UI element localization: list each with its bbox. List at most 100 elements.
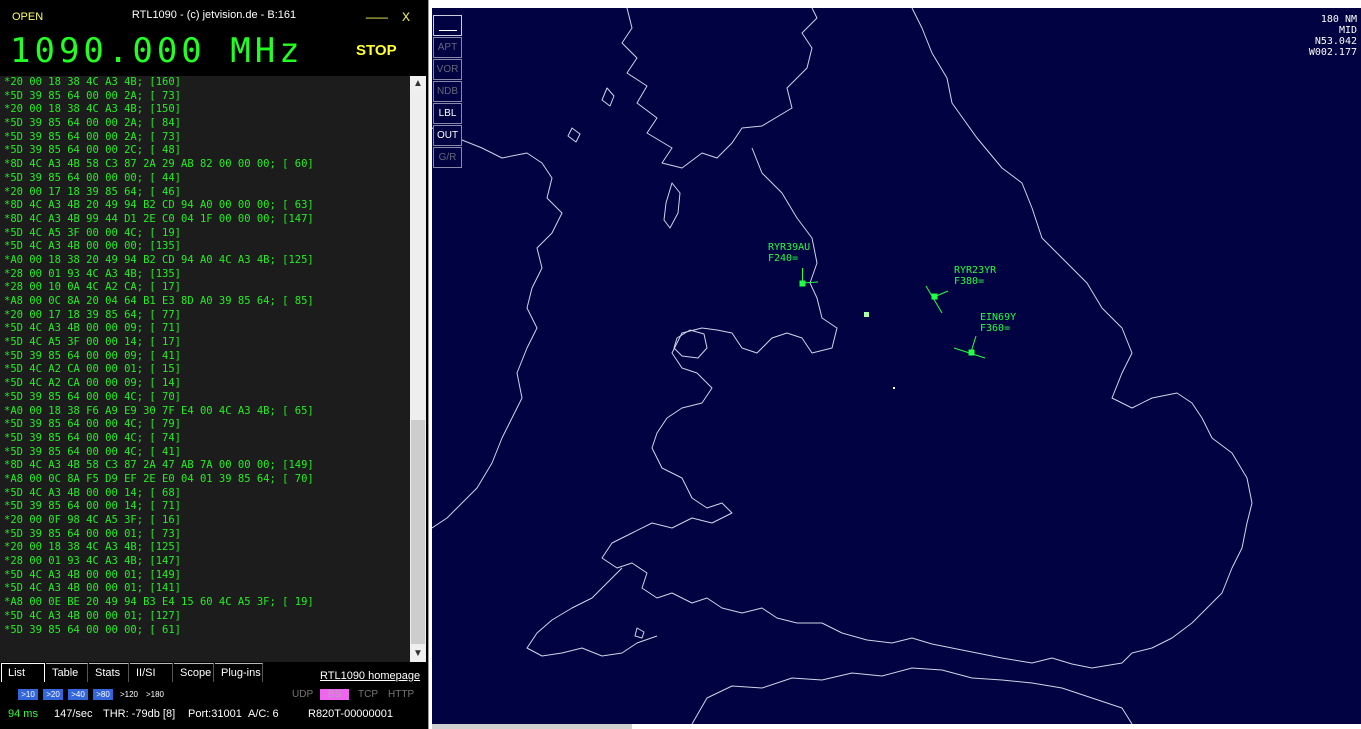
map-range: 180 NM bbox=[1320, 14, 1357, 25]
message-line: *5D 4C A3 4B 00 00 01; [127] bbox=[4, 609, 182, 622]
aircraft-label-ein69y[interactable]: EIN69Y F360= bbox=[980, 312, 1016, 334]
message-line: *20 00 17 18 39 85 64; [ 77] bbox=[4, 308, 182, 321]
latency-value: 94 ms bbox=[8, 708, 38, 720]
layer-gr-button[interactable]: G/R bbox=[433, 147, 462, 168]
rtl1090-panel: OPEN RTL1090 - (c) jetvision.de - B:161 … bbox=[0, 0, 428, 729]
message-line: *5D 4C A5 3F 00 00 4C; [ 19] bbox=[4, 226, 182, 239]
aircraft-symbol-ein69y bbox=[953, 335, 986, 359]
message-line: *20 00 18 38 4C A3 4B; [125] bbox=[4, 541, 182, 554]
message-scrollbar[interactable]: ▲ ▼ bbox=[410, 76, 426, 662]
threshold-value: THR: -79db [8] bbox=[103, 708, 176, 720]
radar-map[interactable]: APT VOR NDB LBL OUT G/R 180 NM MID N53.0… bbox=[432, 8, 1361, 724]
port-value: Port:31001 bbox=[188, 708, 242, 720]
message-line: *A8 00 0E BE 20 49 94 B3 E4 15 60 4C A5 … bbox=[4, 596, 314, 609]
map-info-panel: 180 NM MID N53.042 W002.177 bbox=[1309, 14, 1357, 58]
reference-dot bbox=[893, 387, 895, 389]
message-line: *5D 39 85 64 00 00 4C; [ 79] bbox=[4, 418, 182, 431]
message-line: *20 00 0F 98 4C A5 3F; [ 16] bbox=[4, 514, 182, 526]
title-bar: OPEN RTL1090 - (c) jetvision.de - B:161 … bbox=[0, 0, 428, 32]
stop-button[interactable]: STOP bbox=[356, 42, 397, 59]
message-line: *5D 39 85 64 00 00 2A; [ 73] bbox=[4, 130, 182, 143]
message-line: *A8 00 0C 8A F5 D9 EF 2E E0 04 01 39 85 … bbox=[4, 472, 314, 485]
message-line: *5D 4C A2 CA 00 00 01; [ 15] bbox=[4, 363, 182, 376]
message-line: *5D 39 85 64 00 00 01; [ 73] bbox=[4, 527, 182, 540]
frequency-display: 1090.000 MHz bbox=[10, 31, 304, 71]
range-120-button[interactable]: >120 bbox=[117, 689, 141, 700]
message-line: *5D 39 85 64 00 00 14; [ 71] bbox=[4, 500, 182, 513]
layer-lbl-button[interactable]: LBL bbox=[433, 103, 462, 124]
message-line: *A0 00 18 38 20 49 94 B2 CD 94 A0 4C A3 … bbox=[4, 253, 314, 266]
message-line: *5D 39 85 64 00 00 00; [ 44] bbox=[4, 171, 182, 184]
layer-out-button[interactable]: OUT bbox=[433, 125, 462, 146]
message-line: *5D 4C A3 4B 00 00 01; [149] bbox=[4, 568, 182, 581]
message-line: *5D 39 85 64 00 00 4C; [ 70] bbox=[4, 390, 182, 403]
message-line: *20 00 18 38 4C A3 4B; [160] bbox=[4, 76, 182, 88]
tab-ii-si[interactable]: II/SI bbox=[130, 663, 173, 682]
message-line: *5D 39 85 64 00 00 4C; [ 74] bbox=[4, 431, 182, 444]
message-line: *5D 4C A3 4B 00 00 00; [135] bbox=[4, 240, 182, 253]
aircraft-label-ryr23yr[interactable]: RYR23YR F380= bbox=[954, 265, 996, 287]
message-line: *8D 4C A3 4B 20 49 94 B2 CD 94 A0 00 00 … bbox=[4, 199, 314, 212]
message-line: *8D 4C A3 4B 99 44 D1 2E C0 04 1F 00 00 … bbox=[4, 212, 314, 225]
message-line: *8D 4C A3 4B 58 C3 87 2A 47 AB 7A 00 00 … bbox=[4, 459, 314, 472]
message-line: *5D 4C A3 4B 00 00 09; [ 71] bbox=[4, 322, 182, 335]
tab-plug-ins[interactable]: Plug-ins bbox=[215, 663, 263, 682]
layer-vor-button[interactable]: VOR bbox=[433, 59, 462, 80]
http-toggle[interactable]: HTTP bbox=[388, 689, 414, 700]
close-button[interactable]: X bbox=[402, 10, 410, 24]
receiver-marker bbox=[864, 312, 869, 317]
message-line: *5D 4C A5 3F 00 00 14; [ 17] bbox=[4, 336, 182, 349]
message-line: *5D 39 85 64 00 00 09; [ 41] bbox=[4, 349, 182, 362]
tab-scope[interactable]: Scope bbox=[174, 663, 214, 682]
device-id: R820T-00000001 bbox=[308, 708, 394, 720]
aircraft-label-ryr39au[interactable]: RYR39AU F240= bbox=[768, 242, 810, 264]
message-line: *5D 39 85 64 00 00 2A; [ 84] bbox=[4, 117, 182, 130]
message-line: *A0 00 18 38 F6 A9 E9 30 7F E4 00 4C A3 … bbox=[4, 404, 314, 417]
message-line: *20 00 18 38 4C A3 4B; [150] bbox=[4, 103, 182, 116]
range-20-button[interactable]: >20 bbox=[43, 689, 63, 700]
scroll-up-arrow-icon[interactable]: ▲ bbox=[410, 76, 426, 92]
aircraft-callsign: EIN69Y bbox=[980, 312, 1017, 323]
message-line: *5D 39 85 64 00 00 2C; [ 48] bbox=[4, 144, 182, 157]
udp-toggle[interactable]: UDP bbox=[292, 689, 313, 700]
bs-toggle[interactable]: BS bbox=[320, 689, 350, 700]
map-latitude: N53.042 bbox=[1314, 36, 1357, 47]
message-list[interactable]: *20 00 18 38 4C A3 4B; [160] *5D 39 85 64… bbox=[0, 76, 410, 662]
minimize-button[interactable]: ___ bbox=[366, 4, 388, 19]
bottom-scroll-strip bbox=[432, 724, 632, 729]
coastline bbox=[432, 8, 1253, 724]
map-canvas bbox=[432, 8, 1253, 724]
tcp-toggle[interactable]: TCP bbox=[358, 689, 378, 700]
range-180-button[interactable]: >180 bbox=[143, 689, 167, 700]
message-line: *8D 4C A3 4B 58 C3 87 2A 29 AB 82 00 00 … bbox=[4, 158, 314, 171]
layer-apt-button[interactable]: APT bbox=[433, 37, 462, 58]
layer-toolbar: APT VOR NDB LBL OUT G/R bbox=[433, 15, 464, 169]
homepage-link[interactable]: RTL1090 homepage bbox=[320, 670, 420, 682]
menu-icon[interactable] bbox=[433, 15, 462, 36]
message-line: *28 00 01 93 4C A3 4B; [147] bbox=[4, 555, 182, 568]
message-line: *A8 00 0C 8A 20 04 64 B1 E3 8D A0 39 85 … bbox=[4, 295, 314, 307]
layer-ndb-button[interactable]: NDB bbox=[433, 81, 462, 102]
aircraft-flight-level: F380= bbox=[954, 276, 985, 287]
message-line: *28 00 10 0A 4C A2 CA; [ 17] bbox=[4, 281, 182, 294]
aircraft-callsign: RYR39AU bbox=[768, 242, 811, 253]
scroll-thumb[interactable] bbox=[411, 420, 425, 644]
aircraft-flight-level: F360= bbox=[980, 323, 1011, 334]
range-80-button[interactable]: >80 bbox=[93, 689, 113, 700]
message-line: *5D 4C A2 CA 00 00 09; [ 14] bbox=[4, 377, 182, 390]
message-rate: 147/sec bbox=[54, 708, 93, 720]
aircraft-symbol-ryr23yr bbox=[925, 285, 949, 314]
scroll-down-arrow-icon[interactable]: ▼ bbox=[410, 646, 426, 662]
aircraft-count: A/C: 6 bbox=[248, 708, 279, 720]
range-10-button[interactable]: >10 bbox=[18, 689, 38, 700]
tab-table[interactable]: Table bbox=[46, 663, 88, 682]
map-longitude: W002.177 bbox=[1308, 47, 1357, 58]
map-mode: MID bbox=[1338, 25, 1357, 36]
tab-list[interactable]: List bbox=[1, 663, 45, 682]
aircraft-symbol-ryr39au bbox=[799, 268, 819, 287]
message-line: *5D 39 85 64 00 00 4C; [ 41] bbox=[4, 445, 182, 458]
message-line: *5D 4C A3 4B 00 00 14; [ 68] bbox=[4, 486, 182, 499]
message-line: *5D 39 85 64 00 00 2A; [ 73] bbox=[4, 89, 182, 102]
tab-stats[interactable]: Stats bbox=[89, 663, 129, 682]
range-40-button[interactable]: >40 bbox=[68, 689, 88, 700]
